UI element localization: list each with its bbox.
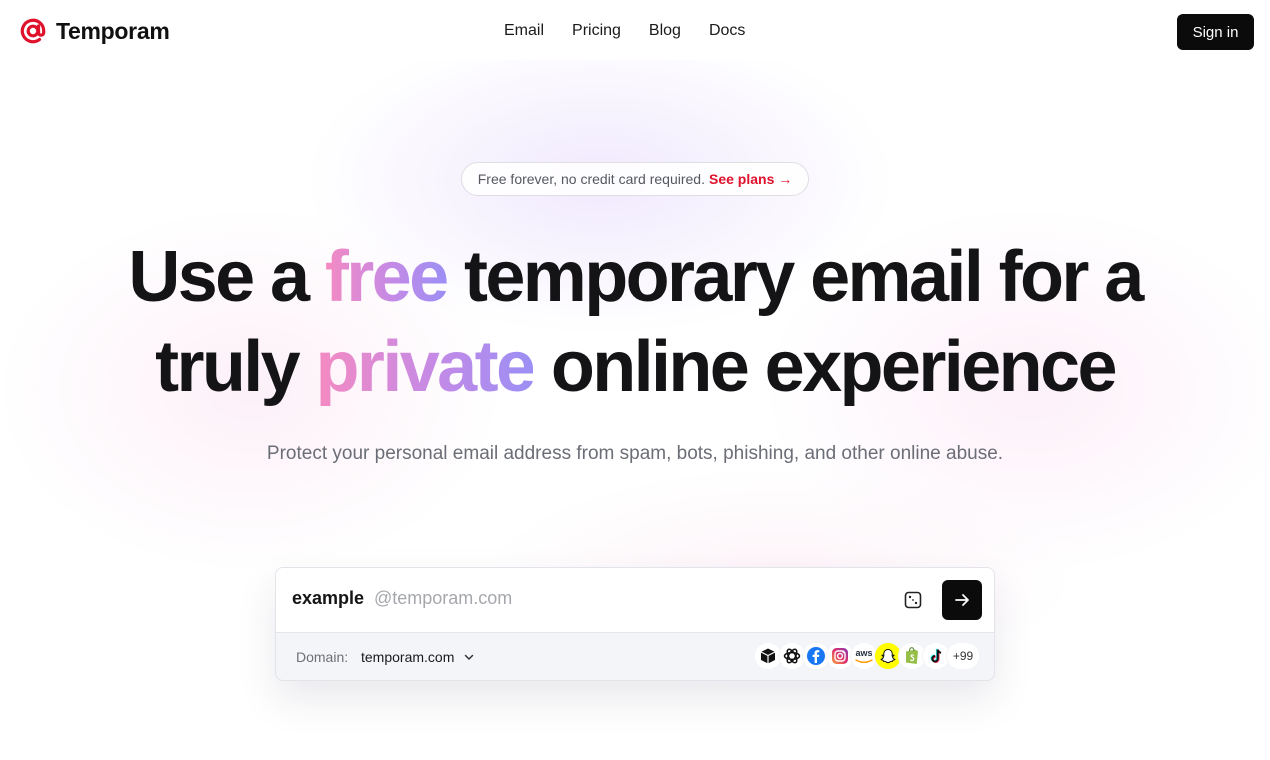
logo[interactable]: Temporam bbox=[18, 16, 170, 46]
headline-accent-free: free bbox=[324, 237, 449, 317]
more-services-count[interactable]: +99 bbox=[946, 642, 980, 670]
brand-name: Temporam bbox=[56, 17, 170, 44]
nav-pricing[interactable]: Pricing bbox=[572, 22, 621, 40]
nav-email[interactable]: Email bbox=[504, 22, 544, 40]
header: Temporam Email Pricing Blog Docs Sign in bbox=[0, 0, 1270, 64]
headline-text: online experience bbox=[533, 327, 1118, 407]
arrow-right-icon bbox=[955, 594, 969, 606]
sign-in-button[interactable]: Sign in bbox=[1177, 14, 1254, 50]
supported-services: aws +99 bbox=[754, 642, 980, 670]
aws-text: aws bbox=[855, 648, 873, 658]
headline-text: Use a bbox=[128, 237, 325, 317]
dice-icon bbox=[904, 591, 922, 609]
see-plans-link[interactable]: See plans → bbox=[709, 171, 792, 187]
nav-docs[interactable]: Docs bbox=[709, 22, 745, 40]
headline-line-2: truly private online experience bbox=[0, 326, 1270, 408]
at-sign-logo-icon bbox=[20, 18, 46, 44]
page: Temporam Email Pricing Blog Docs Sign in… bbox=[0, 0, 1270, 760]
domain-label: Domain: bbox=[296, 649, 349, 665]
headline-accent-private: private bbox=[315, 327, 537, 407]
nav-blog[interactable]: Blog bbox=[649, 22, 681, 40]
chevron-down-icon bbox=[465, 654, 474, 660]
randomize-dice-button[interactable] bbox=[903, 590, 923, 610]
domain-value: temporam.com bbox=[361, 649, 455, 665]
create-email-button[interactable] bbox=[942, 580, 982, 620]
free-plan-badge: Free forever, no credit card required. S… bbox=[461, 162, 809, 196]
main-nav: Email Pricing Blog Docs bbox=[504, 22, 773, 40]
domain-dropdown[interactable]: temporam.com bbox=[361, 647, 475, 667]
badge-text: Free forever, no credit card required. bbox=[477, 171, 705, 187]
username-input[interactable]: example bbox=[292, 588, 364, 609]
hero-subtitle: Protect your personal email address from… bbox=[266, 443, 1004, 464]
email-generator-card: example @temporam.com Domain: temporam.c… bbox=[275, 567, 995, 681]
headline-text: truly bbox=[155, 327, 316, 407]
email-input-row: example @temporam.com bbox=[276, 568, 994, 633]
headline-line-1: Use a free temporary email for a bbox=[0, 236, 1270, 318]
headline-text: temporary email for a bbox=[446, 237, 1144, 317]
domain-suffix: @temporam.com bbox=[374, 588, 513, 608]
